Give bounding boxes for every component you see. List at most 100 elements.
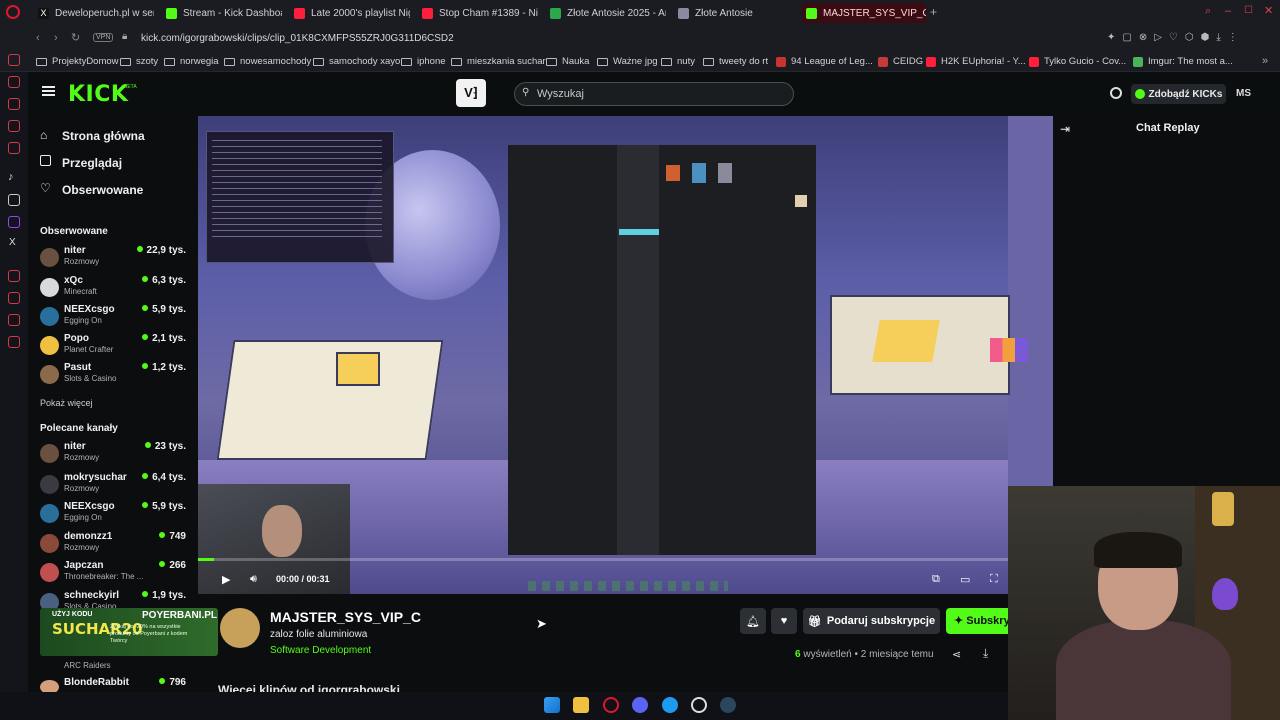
video-progress-bar[interactable] xyxy=(198,558,1008,561)
play-icon[interactable]: ▶ xyxy=(222,573,230,586)
sidebar-channel-neexcsgo[interactable]: NEEXcsgo Egging On 5,9 tys. xyxy=(40,501,188,529)
sidebar-icon[interactable] xyxy=(8,270,20,282)
user-avatar[interactable]: MS xyxy=(1236,88,1251,99)
windows-start-icon[interactable] xyxy=(544,697,560,713)
subscribe-button[interactable]: ✦ Subskrybuj xyxy=(946,608,1008,634)
browser-toolbar-icons[interactable]: ✦▢⊗▷♡⬡⬢⤓⋮ xyxy=(1107,32,1245,43)
sidebar-icon[interactable] xyxy=(8,314,20,326)
sidebar-channel-niter[interactable]: niter Rozmowy 22,9 tys. xyxy=(40,245,188,273)
bookmark[interactable]: Nauka xyxy=(546,56,589,67)
sidebar-icon[interactable] xyxy=(8,54,20,66)
clip-category[interactable]: Software Development xyxy=(270,645,371,656)
search-tabs-icon[interactable]: ⌕ xyxy=(1205,5,1211,18)
tab-youtube-playlist[interactable]: Late 2000's playlist Nigh xyxy=(290,3,410,23)
close-icon[interactable]: ✕ xyxy=(1264,4,1273,17)
sidebar-icon[interactable] xyxy=(8,76,20,88)
twitch-icon[interactable] xyxy=(8,216,20,228)
bookmark[interactable]: samochody xayo xyxy=(313,56,400,67)
tab-kick-clip-active[interactable]: MAJSTER_SYS_VIP_C - K xyxy=(802,3,926,23)
kick-logo[interactable]: KICK xyxy=(68,82,128,107)
tab-stop-cham[interactable]: Stop Cham #1389 - Niebe xyxy=(418,3,538,23)
tab-zlote-antosie[interactable]: Złote Antosie xyxy=(674,3,794,23)
channel-name[interactable]: MAJSTER_SYS_VIP_C xyxy=(270,609,421,625)
miniplayer-icon[interactable]: ⧉ xyxy=(932,573,940,586)
sidebar-icon[interactable] xyxy=(8,120,20,132)
bookmark[interactable]: ProjektyDomow xyxy=(36,56,119,67)
youtube-icon xyxy=(926,56,936,67)
sidebar-channel-demonzz1[interactable]: demonzz1 Rozmowy 749 xyxy=(40,531,188,559)
notifications-icon[interactable] xyxy=(1110,87,1122,99)
sidebar-channel-niter[interactable]: niter Rozmowy 23 tys. xyxy=(40,441,188,469)
follow-heart-button[interactable]: ♥ xyxy=(771,608,797,634)
show-more-link[interactable]: Pokaż więcej xyxy=(40,398,93,408)
bookmark[interactable]: nowesamochody xyxy=(224,56,311,67)
sidebar-icon[interactable] xyxy=(8,194,20,206)
clip-title: zaloz folie aluminiowa xyxy=(270,629,368,640)
nav-home[interactable]: Strona główna xyxy=(62,129,145,143)
minimize-icon[interactable]: – xyxy=(1225,5,1231,17)
obs-icon[interactable] xyxy=(691,697,707,713)
sidebar-channel-pasut[interactable]: Pasut Slots & Casino 1,2 tys. xyxy=(40,362,188,390)
forward-icon[interactable]: › xyxy=(54,32,58,44)
tiktok-icon[interactable]: ♪ xyxy=(8,171,14,183)
messenger-icon[interactable] xyxy=(662,697,678,713)
bookmark[interactable]: CEIDG xyxy=(878,56,923,67)
maximize-icon[interactable]: ☐ xyxy=(1244,5,1253,16)
sidebar-channel-mokrysuchar[interactable]: mokrysuchar Rozmowy 6,4 tys. xyxy=(40,472,188,500)
bookmark[interactable]: H2K EUphoria! - Y... xyxy=(926,56,1026,67)
sidebar-icon[interactable] xyxy=(8,98,20,110)
bookmarks-overflow-icon[interactable]: » xyxy=(1262,55,1268,67)
nav-browse[interactable]: Przeglądaj xyxy=(62,156,122,170)
sidebar-channel-japczan[interactable]: Japczan Thronebreaker: The ... 266 xyxy=(40,560,188,588)
sidebar-channel-blonderabbit[interactable]: BlondeRabbit 796 xyxy=(40,677,188,694)
sidebar-channel-neexcsgo[interactable]: NEEXcsgo Egging On 5,9 tys. xyxy=(40,304,188,332)
tab-kick-dashboard[interactable]: Stream - Kick Dashboard xyxy=(162,3,282,23)
hamburger-menu-icon[interactable] xyxy=(42,86,55,88)
extension-logo-icon[interactable]: V⁆ xyxy=(456,79,486,107)
bookmark[interactable]: norwegia xyxy=(164,56,219,67)
fullscreen-icon[interactable]: ⛶ xyxy=(990,573,998,586)
sidebar-icon[interactable] xyxy=(8,142,20,154)
bookmark[interactable]: 94 League of Leg... xyxy=(776,56,873,67)
bookmark[interactable]: Tylko Gucio - Cov... xyxy=(1029,56,1126,67)
new-tab-button[interactable]: + xyxy=(930,5,937,19)
sidebar-channel-xqc[interactable]: xQc Minecraft 6,3 tys. xyxy=(40,275,188,303)
volume-icon[interactable]: 🔊︎ xyxy=(250,573,257,586)
url-field[interactable]: kick.com/igorgrabowski/clips/clip_01K8CX… xyxy=(141,33,454,44)
bookmark[interactable]: mieszkania suchar xyxy=(451,56,546,67)
bookmark[interactable]: tweety do rt xyxy=(703,56,768,67)
share-icon[interactable]: ⋖ xyxy=(952,648,961,661)
vpn-badge[interactable]: VPN xyxy=(93,33,114,42)
youtube-icon xyxy=(1029,56,1039,67)
tab-deweloperuch[interactable]: XDeweloperuch.pl w serwisie xyxy=(34,3,154,23)
back-icon[interactable]: ‹ xyxy=(36,32,40,44)
tab-zlote-antosie-sheet[interactable]: Złote Antosie 2025 - Arku xyxy=(546,3,666,23)
settings-icon[interactable] xyxy=(8,336,20,348)
gift-subscription-button[interactable]: 🎁︎ Podaruj subskrypcje xyxy=(803,608,940,634)
promo-pre-label: UŻYJ KODU xyxy=(52,611,93,618)
channel-avatar[interactable] xyxy=(220,608,260,648)
notifications-bell-button[interactable]: 🔔︎ xyxy=(740,608,766,634)
bookmark[interactable]: iphone xyxy=(401,56,446,67)
sidebar-channel-popo[interactable]: Popo Planet Crafter 2,1 tys. xyxy=(40,333,188,361)
collapse-chat-icon[interactable]: ⇥ xyxy=(1060,122,1070,136)
reload-icon[interactable]: ↻ xyxy=(71,31,80,44)
nav-following[interactable]: Obserwowane xyxy=(62,183,143,197)
bookmark[interactable]: nuty xyxy=(661,56,695,67)
video-dock-icons xyxy=(528,581,728,591)
bookmark[interactable]: szoty xyxy=(120,56,158,67)
bookmark[interactable]: Imgur: The most a... xyxy=(1133,56,1233,67)
sidebar-icon[interactable] xyxy=(8,292,20,304)
opera-icon[interactable] xyxy=(603,697,619,713)
bookmark[interactable]: Ważne jpg xyxy=(597,56,658,67)
discord-icon[interactable] xyxy=(632,697,648,713)
video-progress-fill xyxy=(198,558,214,561)
theater-mode-icon[interactable]: ▭ xyxy=(960,573,970,586)
download-icon[interactable]: ⤓ xyxy=(983,646,988,661)
steam-icon[interactable] xyxy=(720,697,736,713)
video-panel-buttons xyxy=(990,338,1028,362)
x-icon[interactable]: X xyxy=(9,237,16,248)
get-kicks-button[interactable]: Zdobądź KICKs xyxy=(1131,84,1226,104)
file-explorer-icon[interactable] xyxy=(573,697,589,713)
opera-logo-icon[interactable] xyxy=(6,5,20,19)
